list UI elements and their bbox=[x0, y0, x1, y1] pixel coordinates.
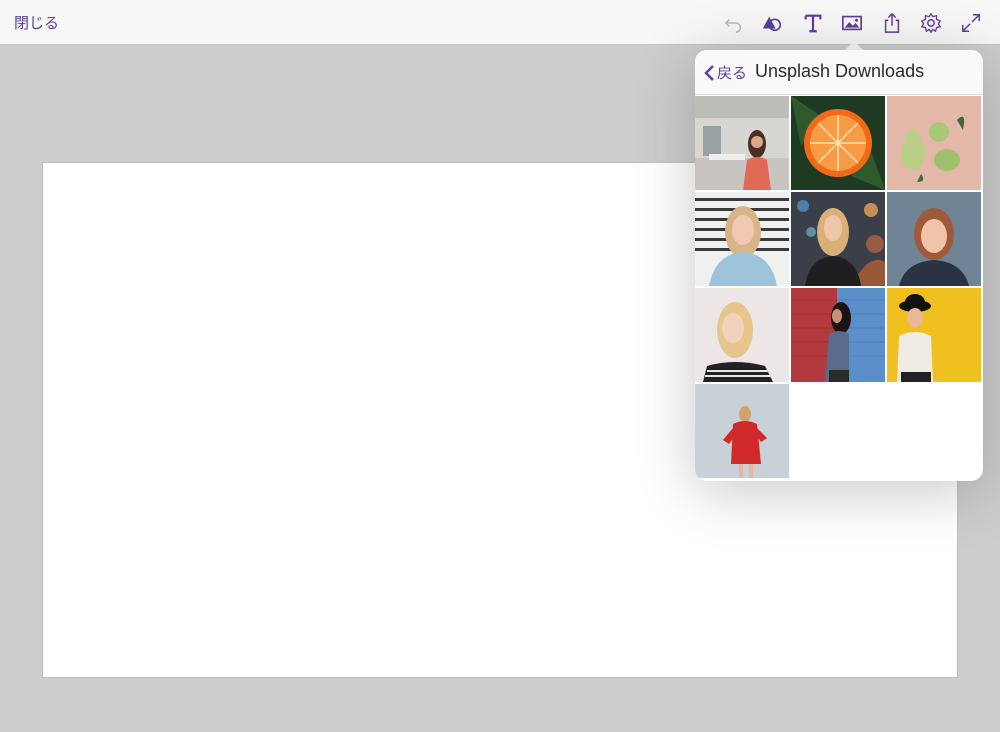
photo-thumbnail[interactable] bbox=[887, 288, 981, 382]
photo-thumbnail[interactable] bbox=[695, 288, 789, 382]
photo-thumbnail[interactable] bbox=[791, 288, 885, 382]
image-icon[interactable] bbox=[840, 11, 864, 35]
photo-thumbnail[interactable] bbox=[791, 192, 885, 286]
photo-thumbnail[interactable] bbox=[791, 96, 885, 190]
share-icon[interactable] bbox=[880, 11, 904, 35]
photo-thumbnail[interactable] bbox=[695, 192, 789, 286]
popover-header: 戻る Unsplash Downloads bbox=[695, 50, 983, 95]
top-toolbar: 閉じる bbox=[0, 0, 1000, 45]
undo-icon[interactable] bbox=[722, 11, 746, 35]
unsplash-popover: 戻る Unsplash Downloads bbox=[695, 50, 983, 481]
photo-thumbnail[interactable] bbox=[887, 192, 981, 286]
popover-title: Unsplash Downloads bbox=[755, 61, 925, 81]
chevron-left-icon bbox=[704, 64, 714, 81]
fullscreen-icon[interactable] bbox=[959, 11, 983, 35]
photo-grid bbox=[695, 96, 983, 478]
text-icon[interactable] bbox=[801, 11, 825, 35]
photo-thumbnail[interactable] bbox=[695, 384, 789, 478]
close-button[interactable]: 閉じる bbox=[14, 12, 59, 33]
back-label: 戻る bbox=[717, 64, 748, 82]
photo-thumbnail[interactable] bbox=[887, 96, 981, 190]
settings-icon[interactable] bbox=[919, 11, 943, 35]
back-button[interactable]: 戻る bbox=[703, 62, 747, 83]
photo-thumbnail[interactable] bbox=[695, 96, 789, 190]
shapes-icon[interactable] bbox=[760, 11, 784, 35]
